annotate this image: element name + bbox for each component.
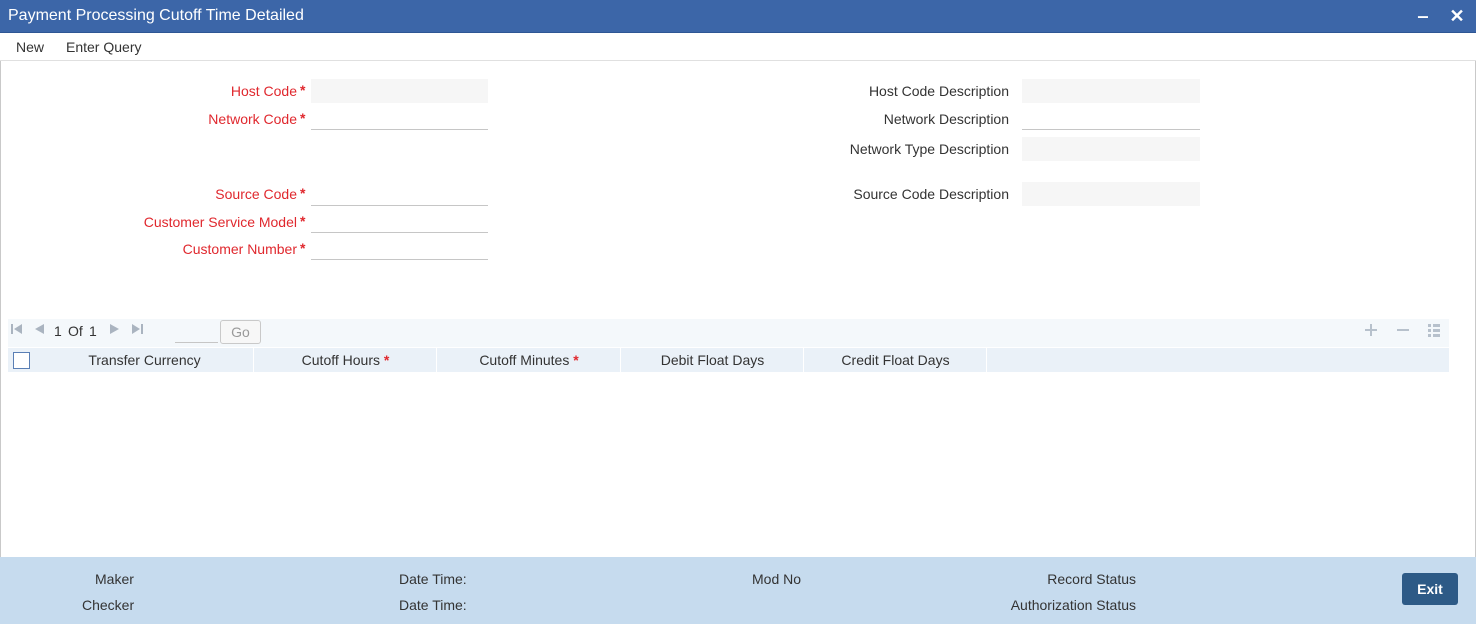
column-header-cutoff-hours[interactable]: Cutoff Hours * [255, 348, 437, 372]
record-status-label: Record Status [1047, 571, 1136, 587]
page-current: 1 [54, 323, 62, 339]
grid-pagination-bar: 1 Of 1 Go [8, 319, 1449, 347]
window-title: Payment Processing Cutoff Time Detailed [8, 7, 304, 24]
network-type-description-label: Network Type Description [849, 141, 1009, 157]
row-details-icon[interactable] [1426, 322, 1442, 343]
debit-float-days-header-label: Debit Float Days [660, 352, 765, 368]
customer-service-model-required-marker: * [300, 213, 306, 229]
source-code-required-marker: * [300, 185, 306, 201]
grid-header-row: Transfer Currency Cutoff Hours * Cutoff … [8, 348, 1449, 372]
checker-date-time-label: Date Time: [399, 597, 467, 613]
authorization-status-label: Authorization Status [1010, 597, 1136, 613]
customer-number-label: Customer Number [182, 241, 297, 257]
grid-body [8, 372, 1449, 556]
page-of-label: Of [68, 323, 83, 339]
mod-no-label: Mod No [752, 571, 802, 587]
checker-label: Checker [82, 597, 135, 613]
network-type-description-field[interactable] [1022, 137, 1200, 161]
menu-bar: New Enter Query [0, 33, 1476, 61]
delete-row-icon[interactable] [1395, 322, 1411, 343]
source-code-field[interactable] [311, 182, 488, 206]
window-title-bar: Payment Processing Cutoff Time Detailed … [0, 0, 1476, 33]
column-header-debit-float-days[interactable]: Debit Float Days [622, 348, 804, 372]
customer-number-required-marker: * [300, 240, 306, 256]
column-header-transfer-currency[interactable]: Transfer Currency [36, 348, 254, 372]
network-code-label: Network Code [208, 111, 297, 127]
network-description-field[interactable] [1022, 106, 1200, 130]
network-description-label: Network Description [883, 111, 1009, 127]
credit-float-days-header-label: Credit Float Days [841, 352, 950, 368]
audit-footer: Maker Checker Date Time: Date Time: Mod … [0, 557, 1476, 624]
enter-query-menu-item[interactable]: Enter Query [66, 39, 141, 55]
maker-date-time-label: Date Time: [399, 571, 467, 587]
network-code-field[interactable] [311, 106, 488, 130]
customer-service-model-label: Customer Service Model [143, 214, 297, 230]
first-page-icon[interactable] [10, 322, 24, 339]
host-code-required-marker: * [300, 82, 306, 98]
previous-page-icon[interactable] [32, 322, 46, 339]
maker-label: Maker [95, 571, 134, 587]
column-header-cutoff-minutes[interactable]: Cutoff Minutes * [438, 348, 621, 372]
page-number-input[interactable] [175, 321, 218, 343]
frame-left-border [0, 61, 1, 557]
minimize-icon[interactable]: ‒ [1412, 4, 1434, 28]
host-code-description-field[interactable] [1022, 79, 1200, 103]
go-button[interactable]: Go [220, 320, 261, 344]
exit-button[interactable]: Exit [1402, 573, 1458, 605]
last-page-icon[interactable] [130, 322, 144, 339]
next-page-icon[interactable] [108, 322, 122, 339]
customer-number-field[interactable] [311, 236, 488, 260]
source-code-description-field[interactable] [1022, 182, 1200, 206]
select-all-checkbox[interactable] [13, 352, 30, 369]
new-menu-item[interactable]: New [16, 39, 44, 55]
cutoff-hours-header-label: Cutoff Hours [301, 352, 380, 368]
transfer-currency-header-label: Transfer Currency [88, 352, 201, 368]
source-code-description-label: Source Code Description [853, 186, 1009, 202]
cutoff-minutes-required-marker: * [573, 352, 579, 368]
close-icon[interactable]: ✕ [1446, 4, 1468, 28]
host-code-label: Host Code [230, 83, 297, 99]
host-code-description-label: Host Code Description [868, 83, 1009, 99]
host-code-field[interactable] [311, 79, 488, 103]
column-header-credit-float-days[interactable]: Credit Float Days [805, 348, 987, 372]
network-code-required-marker: * [300, 110, 306, 126]
customer-service-model-field[interactable] [311, 209, 488, 233]
cutoff-hours-required-marker: * [383, 352, 390, 368]
source-code-label: Source Code [215, 186, 297, 202]
cutoff-minutes-header-label: Cutoff Minutes [479, 352, 570, 368]
add-row-icon[interactable] [1363, 322, 1379, 343]
page-total: 1 [89, 323, 97, 339]
